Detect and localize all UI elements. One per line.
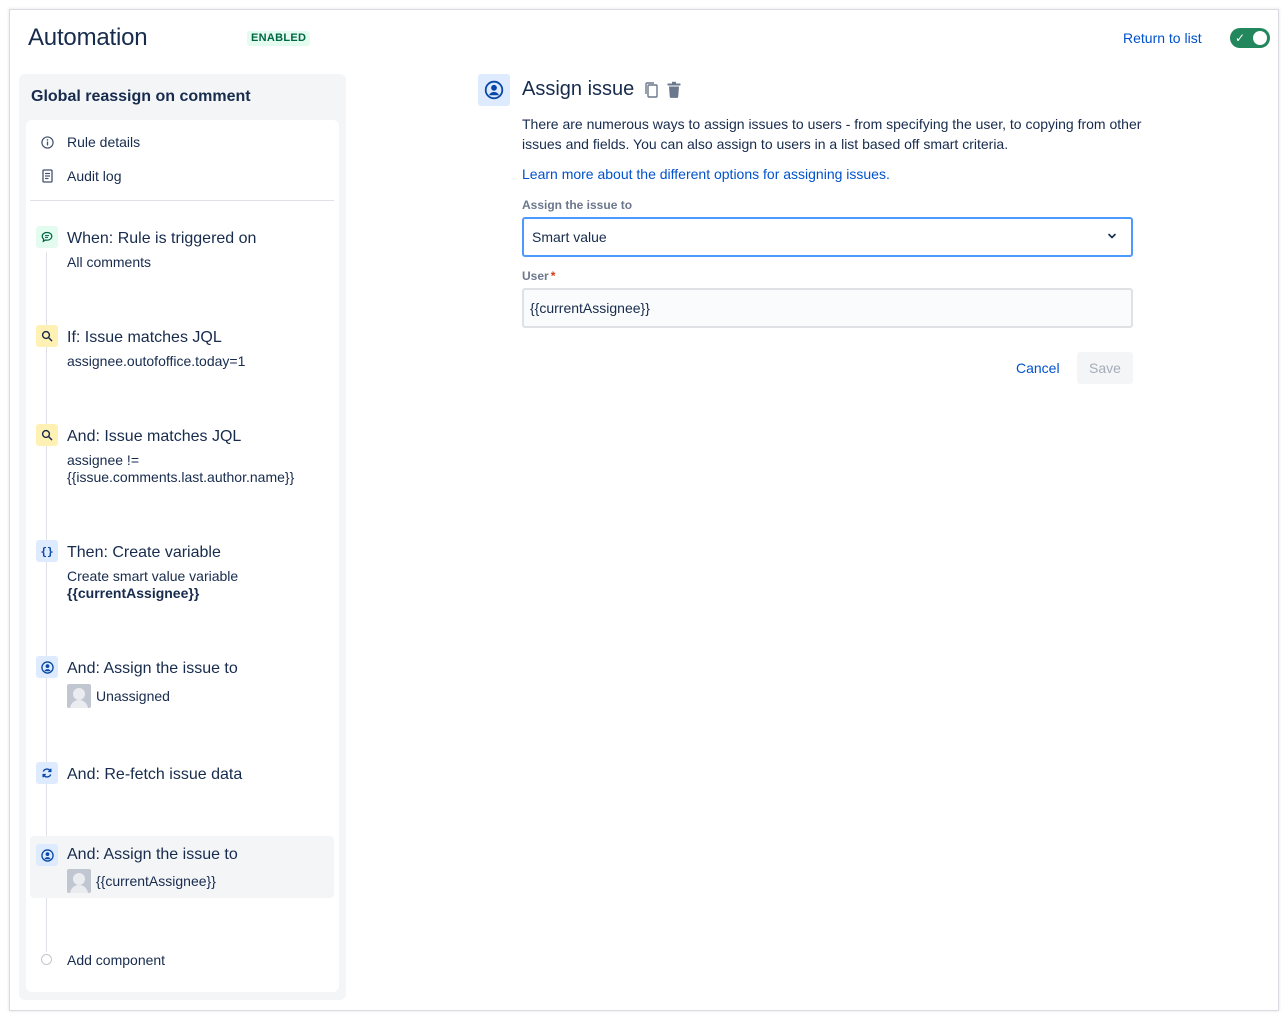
assign-field-label: Assign the issue to <box>522 198 633 212</box>
assignee-name: {{currentAssignee}} <box>96 873 216 889</box>
trash-icon[interactable] <box>665 80 683 100</box>
step-title: When: Rule is triggered on <box>67 230 257 247</box>
step-description-line: Create smart value variable <box>67 568 239 584</box>
step-assign-current[interactable]: And: Assign the issue to {{currentAssign… <box>30 836 334 898</box>
add-component-dot <box>41 954 52 965</box>
step-title: Then: Create variable <box>67 544 221 561</box>
user-field-label: User * <box>522 269 555 283</box>
rule-sidebar: Global reassign on comment Rule details … <box>19 74 346 1000</box>
add-component-label: Add component <box>67 952 166 968</box>
rule-components-card: Rule details Audit log When: Rule is tri… <box>26 120 339 992</box>
toggle-knob <box>1253 31 1267 45</box>
rule-details-link[interactable]: Rule details <box>40 132 140 152</box>
save-button[interactable]: Save <box>1077 352 1133 384</box>
step-create-variable[interactable]: {} Then: Create variable Create smart va… <box>30 540 334 610</box>
refresh-icon <box>36 762 58 784</box>
step-description: assignee != {{issue.comments.last.author… <box>67 452 294 486</box>
step-title: And: Re-fetch issue data <box>67 766 243 783</box>
divider <box>30 200 334 201</box>
avatar <box>67 684 91 708</box>
step-description: assignee.outofoffice.today=1 <box>67 353 246 369</box>
step-description-line: {{issue.comments.last.author.name}} <box>67 469 295 485</box>
required-marker: * <box>550 269 556 283</box>
search-icon <box>36 325 58 347</box>
document-icon <box>40 169 54 183</box>
audit-log-label: Audit log <box>67 168 122 184</box>
page-title: Automation <box>28 24 148 51</box>
assignee-row: Unassigned <box>67 684 170 708</box>
copy-icon[interactable] <box>642 80 660 100</box>
step-condition-jql-2[interactable]: And: Issue matches JQL assignee != {{iss… <box>30 424 334 494</box>
assign-type-select[interactable]: Smart value <box>522 217 1133 257</box>
status-badge: ENABLED <box>247 31 311 46</box>
assign-type-value: Smart value <box>532 229 607 245</box>
step-description: All comments <box>67 254 152 270</box>
step-title: If: Issue matches JQL <box>67 329 222 346</box>
user-circle-icon <box>36 844 58 866</box>
comment-trigger-icon <box>36 226 58 248</box>
assignee-row: {{currentAssignee}} <box>67 869 216 893</box>
variable-name: {{currentAssignee}} <box>67 585 200 601</box>
step-refetch[interactable]: And: Re-fetch issue data <box>30 762 334 802</box>
cancel-button[interactable]: Cancel <box>1006 352 1070 384</box>
search-icon <box>36 424 58 446</box>
braces-icon: {} <box>36 540 58 562</box>
info-icon <box>40 135 54 149</box>
add-component-button[interactable]: Add component <box>67 950 165 970</box>
step-description: Create smart value variable {{currentAss… <box>67 568 238 602</box>
rule-name: Global reassign on comment <box>31 88 251 105</box>
assignee-name: Unassigned <box>96 688 170 704</box>
component-description: There are numerous ways to assign issues… <box>522 116 1142 152</box>
step-trigger[interactable]: When: Rule is triggered on All comments <box>30 226 334 276</box>
chevron-down-icon <box>1105 229 1119 246</box>
step-assign-unassigned[interactable]: And: Assign the issue to Unassigned <box>30 656 334 716</box>
avatar <box>67 869 91 893</box>
step-description-line: assignee != <box>67 452 139 468</box>
user-circle-icon <box>36 656 58 678</box>
step-condition-jql[interactable]: If: Issue matches JQL assignee.outofoffi… <box>30 325 334 375</box>
step-title: And: Assign the issue to <box>67 846 238 863</box>
return-to-list-link[interactable]: Return to list <box>1123 30 1202 46</box>
audit-log-link[interactable]: Audit log <box>40 166 121 186</box>
component-title: Assign issue <box>522 78 635 100</box>
step-title: And: Issue matches JQL <box>67 428 242 445</box>
step-title: And: Assign the issue to <box>67 660 238 677</box>
learn-more-link[interactable]: Learn more about the different options f… <box>522 166 890 182</box>
assign-issue-icon <box>478 74 510 106</box>
check-icon: ✓ <box>1235 31 1246 45</box>
user-input[interactable] <box>522 288 1133 328</box>
user-label-text: User <box>522 269 549 283</box>
rule-details-label: Rule details <box>67 134 141 150</box>
rule-enabled-toggle[interactable]: ✓ <box>1230 28 1270 48</box>
